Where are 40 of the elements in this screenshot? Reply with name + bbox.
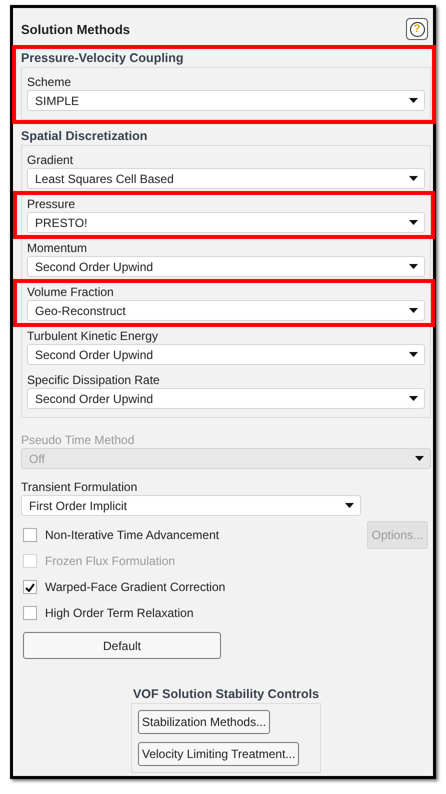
field-label: Volume Fraction — [27, 284, 115, 300]
section-title: Spatial Discretization — [21, 128, 148, 145]
dropdown[interactable]: SIMPLE — [27, 90, 425, 111]
section-title: VOF Solution Stability Controls — [132, 687, 320, 701]
dropdown[interactable]: PRESTO! — [27, 212, 425, 233]
caret-icon — [345, 503, 354, 508]
dialog-button[interactable]: Stabilization Methods... — [138, 710, 270, 734]
field-label: Scheme — [27, 74, 72, 90]
caret-icon — [409, 264, 418, 269]
checkbox[interactable] — [23, 580, 37, 594]
caret-icon — [409, 220, 418, 225]
dropdown[interactable]: Least Squares Cell Based — [27, 168, 425, 189]
field-label: Gradient — [27, 152, 74, 168]
caret-icon — [409, 176, 418, 181]
caret-icon — [409, 308, 418, 313]
caret-icon — [409, 352, 418, 357]
default-button[interactable]: Default — [23, 632, 221, 659]
dropdown[interactable]: Second Order Upwind — [27, 256, 425, 277]
dropdown[interactable]: Geo-Reconstruct — [27, 300, 425, 321]
dropdown[interactable]: Second Order Upwind — [27, 388, 425, 409]
dialog-button[interactable]: Velocity Limiting Treatment... — [138, 742, 300, 766]
dropdown[interactable]: First Order Implicit — [21, 495, 361, 516]
field-label: Specific Dissipation Rate — [27, 372, 161, 388]
field-label: Turbulent Kinetic Energy — [27, 328, 159, 344]
checkbox[interactable] — [23, 528, 37, 542]
checkbox-label: Warped-Face Gradient Correction — [45, 580, 226, 594]
caret-icon — [415, 456, 424, 461]
caret-icon — [409, 98, 418, 103]
checkbox-label: Non-Iterative Time Advancement — [45, 528, 220, 542]
field-label: Pressure — [27, 196, 76, 212]
caret-icon — [409, 396, 418, 401]
field-label: Momentum — [27, 240, 88, 256]
panel-title: Solution Methods — [21, 22, 130, 36]
field-label: Transient Formulation — [21, 479, 138, 495]
checkbox[interactable] — [23, 606, 37, 620]
field-label: Pseudo Time Method — [21, 432, 136, 448]
dropdown[interactable]: Second Order Upwind — [27, 344, 425, 365]
section-title: Pressure-Velocity Coupling — [21, 50, 185, 67]
checkbox-label: High Order Term Relaxation — [45, 606, 194, 620]
checkbox-label: Frozen Flux Formulation — [45, 554, 176, 568]
